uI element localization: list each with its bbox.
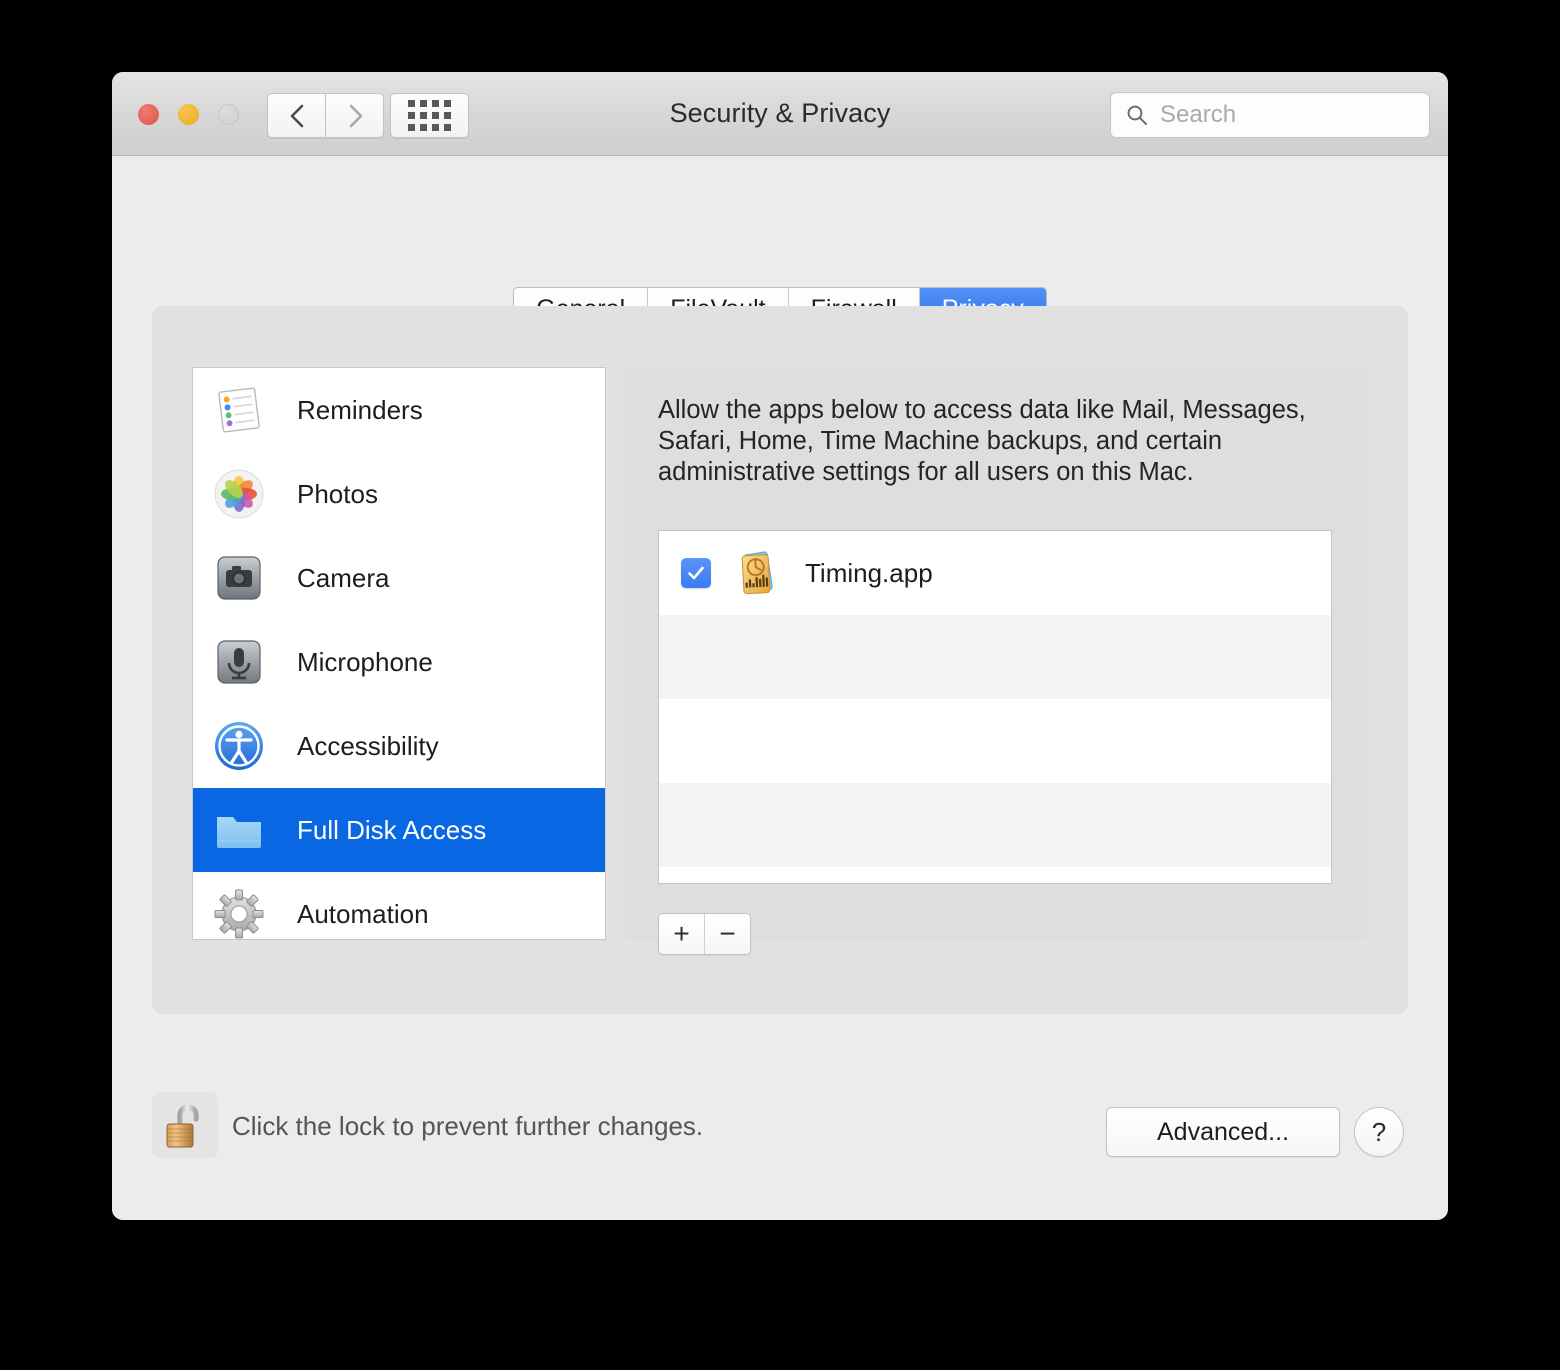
privacy-category-list: Reminders Photos Camera Microphone Acces… [192,367,606,940]
sidebar-item-full-disk-access[interactable]: Full Disk Access [193,788,605,872]
sidebar-item-label: Reminders [297,394,423,425]
window-titlebar: Security & Privacy [112,72,1448,156]
add-app-button[interactable]: + [659,914,705,954]
sidebar-item-label: Photos [297,478,378,509]
table-row-empty [659,615,1331,699]
add-remove-button-group: + − [658,913,751,955]
app-enabled-checkbox[interactable] [681,558,711,588]
microphone-icon [211,634,267,690]
footer-bar: Click the lock to prevent further change… [112,1035,1448,1220]
advanced-button[interactable]: Advanced... [1106,1107,1340,1157]
window-body: General FileVault Firewall Privacy [112,156,1448,1220]
sidebar-item-label: Automation [297,898,429,929]
sidebar-item-label: Camera [297,562,390,593]
timing-app-icon [731,545,787,601]
detail-description: Allow the apps below to access data like… [658,396,1306,486]
photos-icon [211,466,267,522]
sidebar-item-label: Microphone [297,646,433,677]
table-row-empty [659,699,1331,783]
checkmark-icon [688,566,704,580]
unlocked-padlock-icon [166,1104,199,1148]
search-input[interactable] [1158,100,1412,130]
sidebar-item-automation[interactable]: Automation [193,872,605,939]
sidebar-item-label: Full Disk Access [297,814,487,845]
lock-button[interactable] [152,1092,218,1158]
gear-icon [211,886,267,939]
accessibility-icon [211,718,267,774]
sidebar-item-label: Accessibility [297,730,439,761]
search-icon [1127,105,1147,125]
sidebar-item-photos[interactable]: Photos [193,452,605,536]
reminders-icon [211,382,267,438]
sidebar-item-microphone[interactable]: Microphone [193,620,605,704]
sidebar-item-reminders[interactable]: Reminders [193,368,605,452]
table-row-empty [659,783,1331,867]
folder-icon [211,802,267,858]
table-row[interactable]: Timing.app [659,531,1331,615]
search-field[interactable] [1110,92,1430,138]
app-name: Timing.app [805,557,933,588]
allowed-apps-list: Timing.app [658,530,1332,884]
table-row-empty [659,867,1331,883]
remove-app-button[interactable]: − [705,914,750,954]
sidebar-item-camera[interactable]: Camera [193,536,605,620]
full-disk-access-detail: Allow the apps below to access data like… [624,367,1368,955]
help-button[interactable]: ? [1354,1107,1404,1157]
desktop-background: Security & Privacy General FileVault Fir… [0,0,1560,1370]
sidebar-item-accessibility[interactable]: Accessibility [193,704,605,788]
lock-status-text: Click the lock to prevent further change… [232,1111,704,1141]
security-privacy-window: Security & Privacy General FileVault Fir… [112,72,1448,1220]
camera-icon [211,550,267,606]
privacy-panel: Reminders Photos Camera Microphone Acces… [152,306,1408,1014]
